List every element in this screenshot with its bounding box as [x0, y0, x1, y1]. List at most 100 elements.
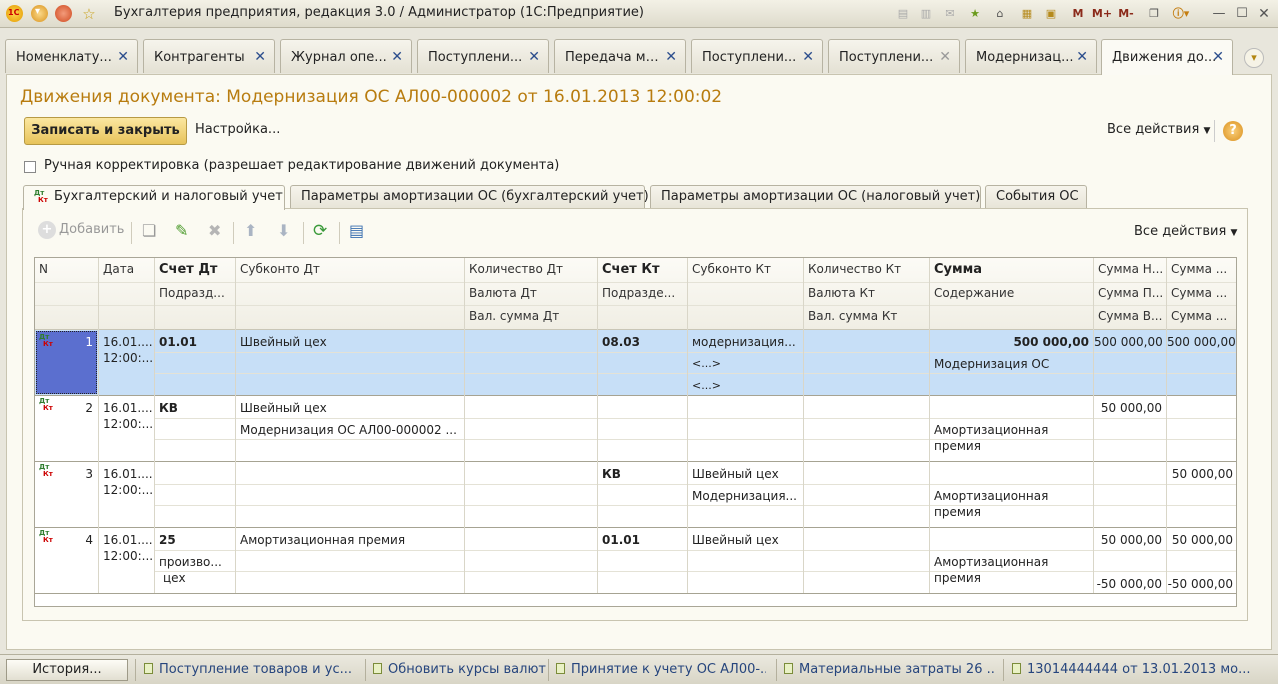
- refresh-icon[interactable]: ⟳: [313, 221, 327, 243]
- move-down-icon[interactable]: ⬇: [277, 221, 290, 243]
- tab-nomenclature[interactable]: Номенклату... ✕: [5, 39, 138, 73]
- menu-dropdown-icon[interactable]: ▾: [31, 5, 48, 22]
- col-subconto-dt-header[interactable]: Субконто Дт: [236, 262, 464, 276]
- tab-operations-journal[interactable]: Журнал опе... ✕: [280, 39, 412, 73]
- table-row[interactable]: Дт Кт 3 16.01.... 12:00:... КВ Швейный це…: [35, 462, 1236, 527]
- col-department-kt-header[interactable]: Подразде...: [598, 286, 687, 300]
- tab-label: Движения до...: [1112, 50, 1217, 65]
- sum-extra: 500 000,00: [1167, 335, 1236, 349]
- close-icon[interactable]: ✕: [391, 49, 403, 65]
- dt-kt-icon: Дт Кт: [39, 463, 53, 478]
- tab-amortization-accounting[interactable]: Параметры амортизации ОС (бухгалтерский …: [290, 185, 649, 209]
- content: Амортизационная: [934, 555, 1049, 569]
- settings-link[interactable]: Настройка...: [195, 122, 280, 137]
- form-title: Движения документа: Модернизация ОС АЛ00…: [20, 87, 723, 107]
- col-quantity-kt-header[interactable]: Количество Кт: [804, 262, 929, 276]
- close-icon[interactable]: ✕: [1257, 5, 1271, 23]
- col-sum-pr-header[interactable]: Сумма П...: [1094, 286, 1166, 300]
- table-row[interactable]: Дт Кт 1 16.01.... 12:00:... 01.01 Швейный…: [35, 330, 1236, 395]
- grid-all-actions-menu[interactable]: Все действия ▼: [1134, 224, 1237, 239]
- close-icon[interactable]: ✕: [802, 49, 814, 65]
- save-and-close-button[interactable]: Записать и закрыть: [24, 117, 187, 145]
- col-subconto-kt-header[interactable]: Субконто Кт: [688, 262, 803, 276]
- close-icon[interactable]: ✕: [528, 49, 540, 65]
- close-icon[interactable]: ✕: [1212, 49, 1224, 65]
- save-icon[interactable]: ▤: [895, 5, 911, 23]
- tabs-dropdown-icon[interactable]: ▾: [1244, 48, 1264, 68]
- close-circle-icon[interactable]: [55, 5, 72, 22]
- tab-accounting[interactable]: Дт Кт Бухгалтерский и налоговый учет: [23, 185, 285, 210]
- history-item[interactable]: Обновить курсы валют: [373, 662, 548, 677]
- col-department-dt-header[interactable]: Подразд...: [155, 286, 235, 300]
- tab-label: Модернизац...: [976, 50, 1074, 65]
- content-2: премия: [934, 505, 981, 519]
- tab-receipt-1[interactable]: Поступлени... ✕: [417, 39, 549, 73]
- print-icon[interactable]: ▥: [918, 5, 934, 23]
- tab-label: Параметры амортизации ОС (бухгалтерский …: [301, 189, 649, 204]
- tab-receipt-3[interactable]: Поступлени... ✕: [828, 39, 960, 73]
- col-account-dt-header[interactable]: Счет Дт: [155, 262, 235, 277]
- col-n-header[interactable]: N: [35, 262, 97, 276]
- table-row[interactable]: Дт Кт 4 16.01.... 12:00:... 25 произво...…: [35, 528, 1236, 593]
- close-icon[interactable]: ✕: [939, 49, 951, 65]
- close-icon[interactable]: ✕: [117, 49, 129, 65]
- col-content-header[interactable]: Содержание: [930, 286, 1093, 300]
- col-sum-extra-header[interactable]: Сумма ...: [1167, 262, 1236, 276]
- all-actions-menu[interactable]: Все действия ▼: [1107, 122, 1210, 137]
- bookmark-icon[interactable]: ⌂: [992, 5, 1008, 23]
- edit-icon[interactable]: ✎: [175, 221, 188, 243]
- help-icon[interactable]: ?: [1223, 121, 1243, 141]
- col-sum-nu-header[interactable]: Сумма Н...: [1094, 262, 1166, 276]
- add-favorite-icon[interactable]: ★: [967, 5, 983, 23]
- col-val-sum-kt-header[interactable]: Вал. сумма Кт: [804, 309, 929, 323]
- close-icon[interactable]: ✕: [1076, 49, 1088, 65]
- app-logo-icon[interactable]: 1C: [6, 5, 23, 22]
- account-kt: КВ: [602, 467, 621, 481]
- calculator-icon[interactable]: ▦: [1019, 5, 1035, 23]
- table-row[interactable]: Дт Кт 2 16.01.... 12:00:... КВ Швейный це…: [35, 396, 1236, 461]
- add-button[interactable]: + Добавить: [38, 221, 124, 243]
- manual-edit-checkbox[interactable]: [24, 161, 36, 173]
- col-quantity-dt-header[interactable]: Количество Дт: [465, 262, 597, 276]
- mail-icon[interactable]: ✉: [942, 5, 958, 23]
- col-val-sum-dt-header[interactable]: Вал. сумма Дт: [465, 309, 597, 323]
- tab-transfer[interactable]: Передача ма... ✕: [554, 39, 686, 73]
- col-account-kt-header[interactable]: Счет Кт: [598, 262, 687, 277]
- copy-icon[interactable]: ❏: [142, 221, 156, 243]
- tab-counterparties[interactable]: Контрагенты ✕: [143, 39, 275, 73]
- subconto-kt-2: Модернизация...: [692, 489, 797, 503]
- history-item[interactable]: Поступление товаров и ус...: [144, 662, 359, 677]
- close-icon[interactable]: ✕: [254, 49, 266, 65]
- favorite-star-icon[interactable]: ☆: [80, 5, 98, 23]
- info-icon[interactable]: ⓘ▾: [1172, 5, 1190, 23]
- memory-m-button[interactable]: M: [1070, 5, 1086, 23]
- windows-icon[interactable]: ❐: [1146, 5, 1162, 23]
- row-time: 12:00:...: [103, 549, 154, 563]
- col-sum-extra3-header[interactable]: Сумма ...: [1167, 309, 1236, 323]
- col-sum-header[interactable]: Сумма: [930, 262, 1093, 277]
- output-list-icon[interactable]: ▤: [349, 221, 364, 243]
- tab-document-movements[interactable]: Движения до... ✕: [1101, 39, 1233, 75]
- memory-plus-button[interactable]: M+: [1091, 5, 1113, 23]
- col-currency-dt-header[interactable]: Валюта Дт: [465, 286, 597, 300]
- delete-icon[interactable]: ✖: [208, 221, 221, 243]
- col-date-header[interactable]: Дата: [99, 262, 154, 276]
- history-button[interactable]: История...: [6, 659, 128, 681]
- tab-modernization[interactable]: Модернизац... ✕: [965, 39, 1097, 73]
- col-sum-extra2-header[interactable]: Сумма ...: [1167, 286, 1236, 300]
- memory-minus-button[interactable]: M-: [1115, 5, 1137, 23]
- tab-fixed-asset-events[interactable]: События ОС: [985, 185, 1087, 209]
- minimize-icon[interactable]: —: [1212, 5, 1226, 23]
- maximize-icon[interactable]: ☐: [1235, 5, 1249, 23]
- history-item[interactable]: 13014444444 от 13.01.2013 мо...: [1012, 662, 1272, 677]
- history-item-label: Обновить курсы валют: [388, 662, 546, 677]
- col-currency-kt-header[interactable]: Валюта Кт: [804, 286, 929, 300]
- history-item[interactable]: Материальные затраты 26 ...: [784, 662, 994, 677]
- move-up-icon[interactable]: ⬆: [244, 221, 257, 243]
- calendar-icon[interactable]: ▣: [1043, 5, 1059, 23]
- tab-amortization-tax[interactable]: Параметры амортизации ОС (налоговый учет…: [650, 185, 981, 209]
- col-sum-vr-header[interactable]: Сумма В...: [1094, 309, 1166, 323]
- close-icon[interactable]: ✕: [665, 49, 677, 65]
- history-item[interactable]: Принятие к учету ОС АЛ00-...: [556, 662, 766, 677]
- tab-receipt-2[interactable]: Поступлени... ✕: [691, 39, 823, 73]
